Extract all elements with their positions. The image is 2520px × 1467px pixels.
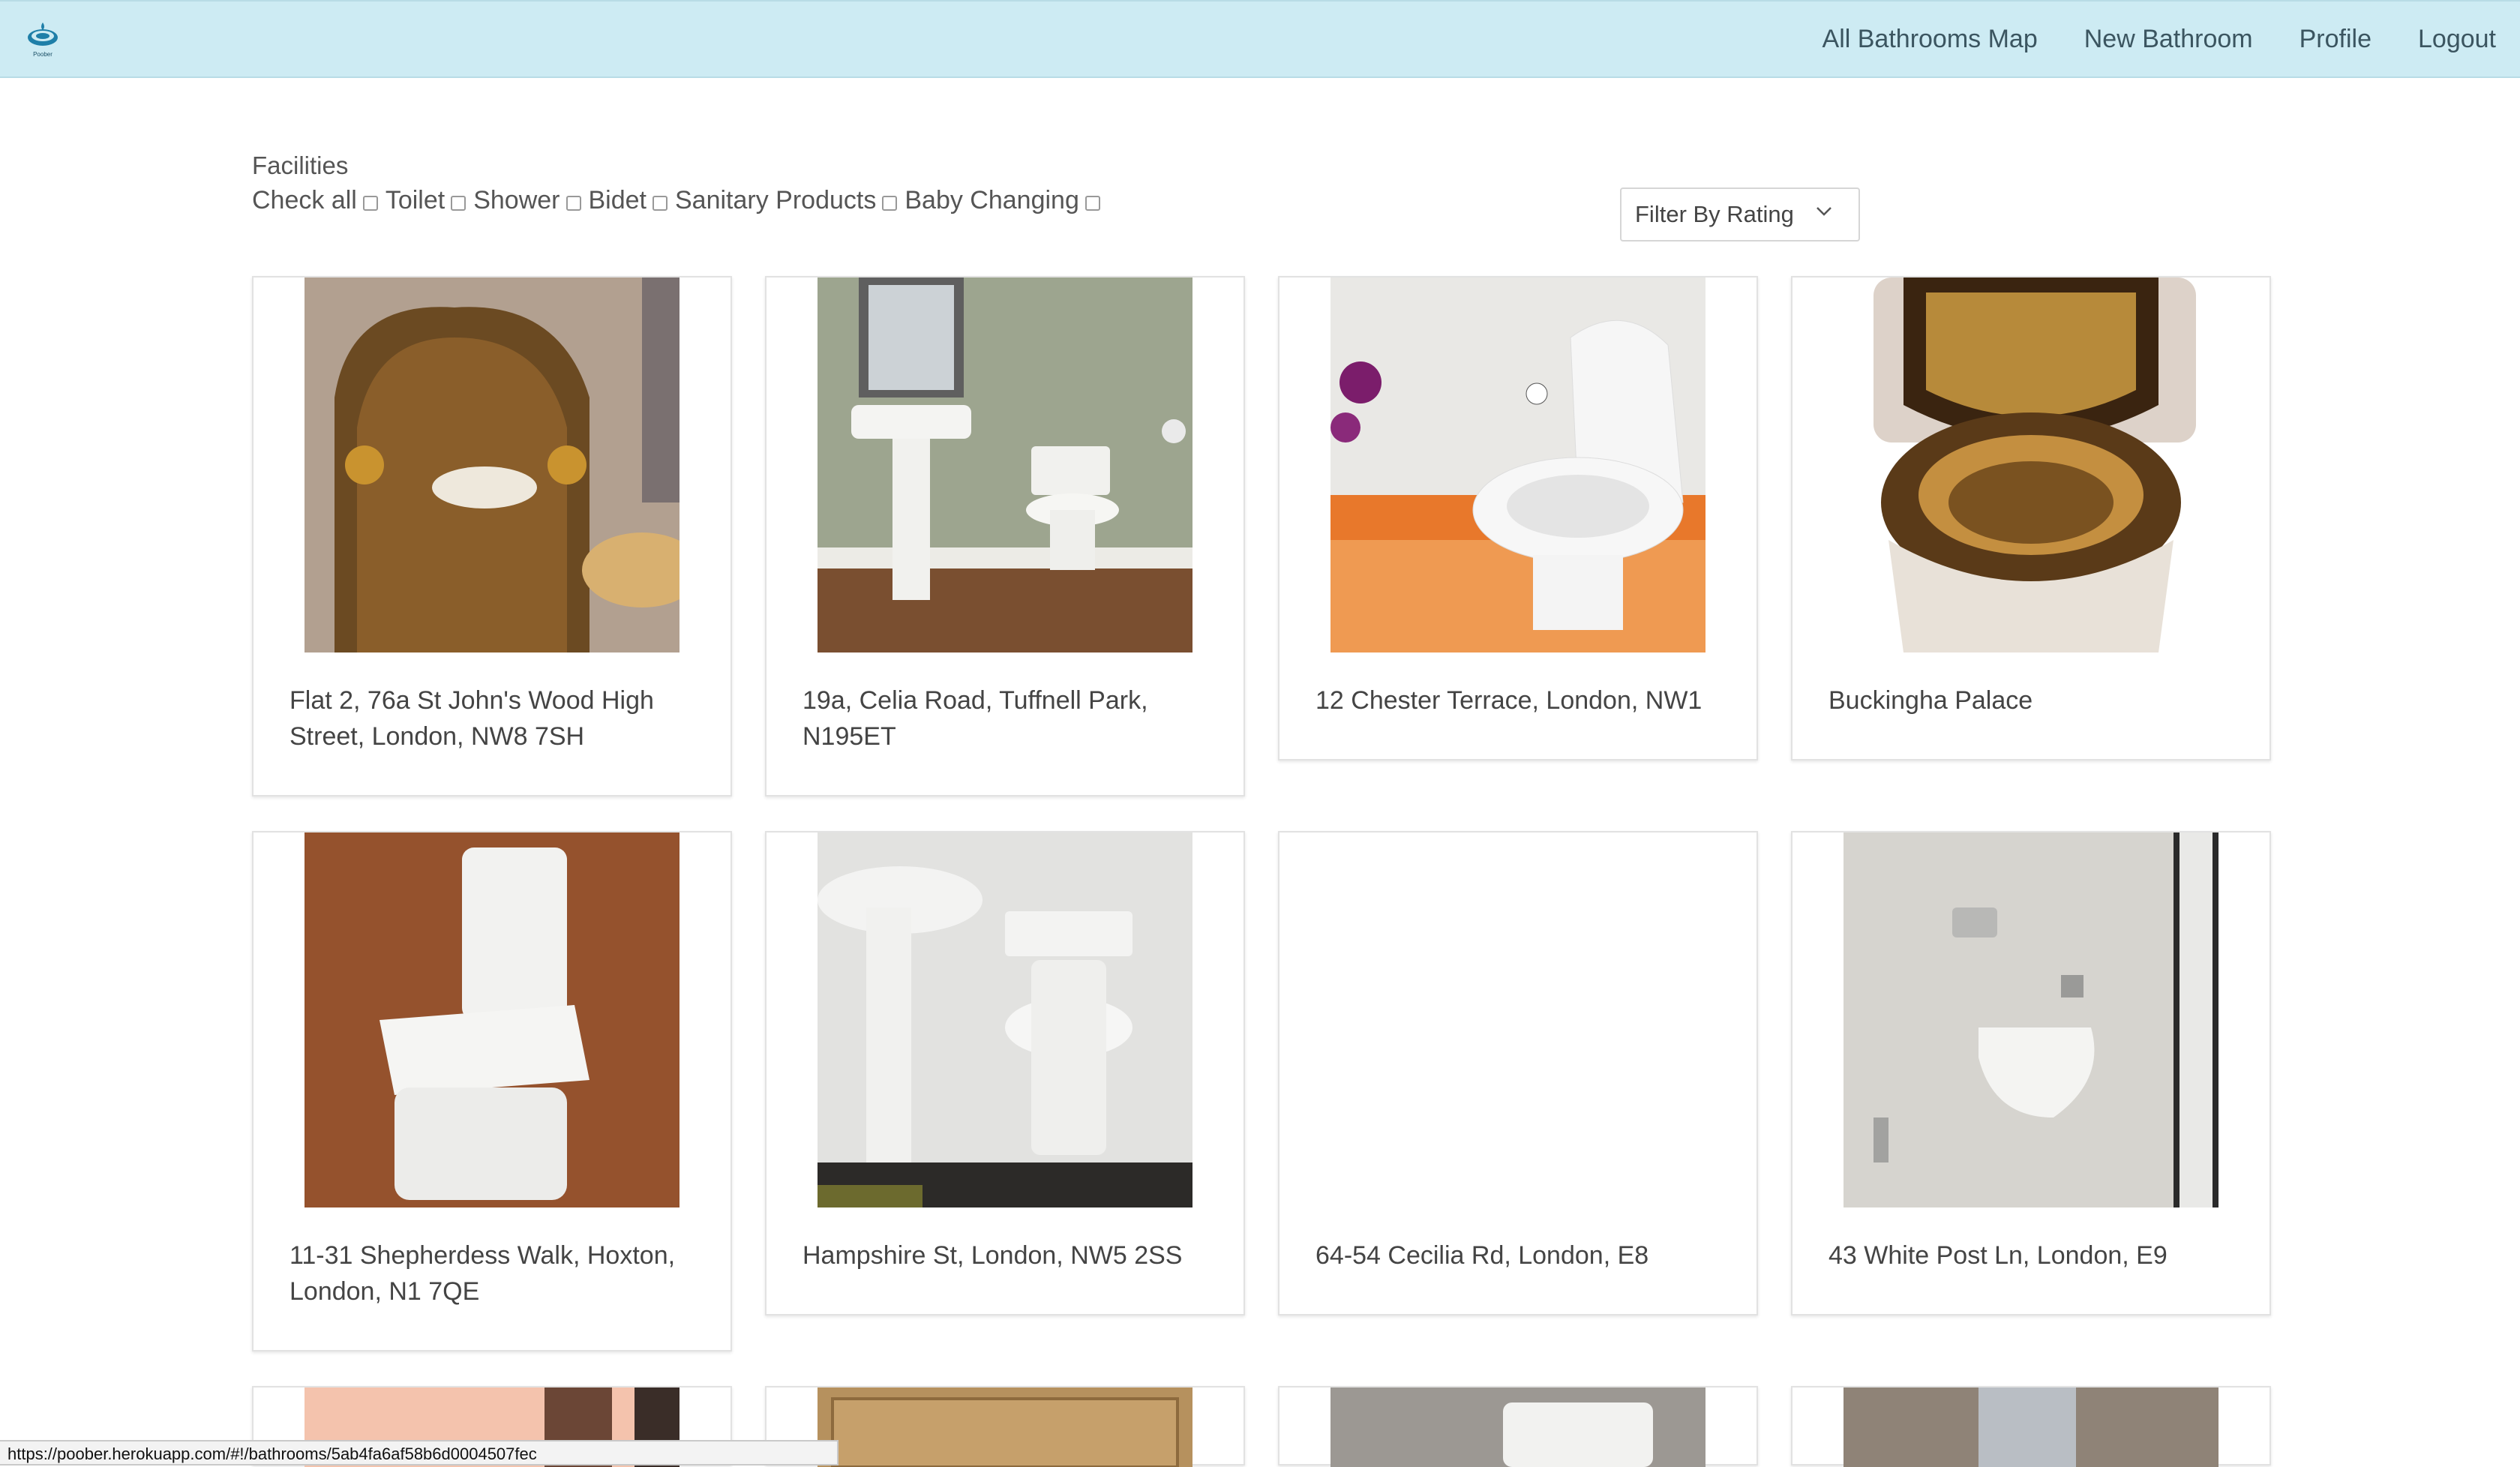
bathroom-photo[interactable] [1844,1388,2218,1467]
check-all-checkbox[interactable] [362,195,378,211]
bathroom-image [818,1388,1192,1467]
bathroom-address: 11-31 Shepherdess Walk, Hoxton, London, … [290,1241,676,1306]
gold-throne-toilet-image [304,278,680,652]
close-coupled-toilet-image [304,832,680,1208]
sink-toilet-tiled-wall-image [818,832,1192,1208]
chevron-down-icon [1816,207,1832,216]
baby-changing-checkbox[interactable] [1084,195,1100,211]
bathroom-card[interactable]: 19a, Celia Road, Tuffnell Park, N195ET [765,276,1245,796]
top-navbar: Poober All Bathrooms Map New Bathroom Pr… [0,0,2520,78]
facilities-filter: Facilities Check all Toilet Shower Bidet… [252,152,1108,215]
bathroom-image [1844,1388,2218,1467]
shower-checkbox[interactable] [566,195,581,211]
nav-new-bathroom[interactable]: New Bathroom [2084,25,2253,54]
toilet-option: Toilet [386,186,473,215]
bathroom-address: Hampshire St, London, NW5 2SS [802,1241,1183,1270]
sanitary-products-checkbox[interactable] [882,195,898,211]
bidet-option: Bidet [589,186,676,215]
bathroom-photo[interactable] [304,832,680,1208]
gold-toilet-seat-image [1844,278,2218,652]
bathroom-address: 19a, Celia Road, Tuffnell Park, N195ET [802,686,1148,751]
bathroom-photo[interactable] [1330,278,1706,652]
bathroom-photo-empty[interactable] [1330,832,1706,1208]
bathroom-card[interactable]: Buckingha Palace [1791,276,2271,760]
nav-all-bathrooms-map[interactable]: All Bathrooms Map [1822,25,2038,54]
bathroom-photo[interactable] [818,278,1192,652]
nav-profile[interactable]: Profile [2300,25,2372,54]
facilities-options: Check all Toilet Shower Bidet Sanitary P… [252,186,1108,215]
shower-option: Shower [473,186,588,215]
bathroom-card[interactable]: Hampshire St, London, NW5 2SS [765,831,1245,1316]
facilities-title: Facilities [252,152,349,179]
bidet-label: Bidet [588,186,647,214]
baby-changing-option: Baby Changing [904,186,1108,215]
bathroom-card[interactable] [1791,1386,2271,1467]
bathroom-photo[interactable] [1330,1388,1706,1467]
bathroom-photo[interactable] [1844,832,2218,1208]
sanitary-products-label: Sanitary Products [675,186,877,214]
poober-logo[interactable]: Poober [26,21,60,63]
check-all-option: Check all [252,186,386,215]
check-all-label: Check all [252,186,357,214]
filter-label: Filter By Rating [1635,201,1794,227]
wall-hung-toilet-image [1844,832,2218,1208]
bathroom-address: 64-54 Cecilia Rd, London, E8 [1316,1241,1649,1270]
bathroom-photo[interactable] [818,832,1192,1208]
baby-changing-label: Baby Changing [904,186,1079,214]
white-toilet-orange-floor-image [1330,278,1706,652]
toilet-label: Toilet [385,186,446,214]
sanitary-products-option: Sanitary Products [675,186,904,215]
bathroom-card[interactable]: 43 White Post Ln, London, E9 [1791,831,2271,1316]
link-status-bar: https://poober.herokuapp.com/#!/bathroom… [0,1440,838,1466]
bathroom-address: 12 Chester Terrace, London, NW1 [1316,686,1702,715]
bathroom-card[interactable]: Flat 2, 76a St John's Wood High Street, … [252,276,732,796]
bathroom-address: Buckingha Palace [1828,686,2033,715]
bathroom-photo[interactable] [818,1388,1192,1467]
logo-label: Poober [33,51,52,58]
filter-by-rating-dropdown[interactable]: Filter By Rating [1620,188,1860,242]
shower-label: Shower [473,186,560,214]
toilet-checkbox[interactable] [451,195,466,211]
bathroom-address: 43 White Post Ln, London, E9 [1828,1241,2168,1270]
nav-logout[interactable]: Logout [2418,25,2496,54]
logo-icon [28,22,58,46]
nav-links: All Bathrooms Map New Bathroom Profile L… [1822,2,2496,76]
bathroom-card[interactable] [1278,1386,1758,1467]
bathroom-address: Flat 2, 76a St John's Wood High Street, … [290,686,654,751]
bathroom-card[interactable]: 11-31 Shepherdess Walk, Hoxton, London, … [252,831,732,1352]
bathroom-card[interactable]: 64-54 Cecilia Rd, London, E8 [1278,831,1758,1316]
pedestal-sink-toilet-image [818,278,1192,652]
bathroom-image [1330,1388,1706,1467]
bathroom-card[interactable]: 12 Chester Terrace, London, NW1 [1278,276,1758,760]
bathroom-photo[interactable] [304,278,680,652]
bidet-checkbox[interactable] [652,195,668,211]
bathroom-photo[interactable] [1844,278,2218,652]
